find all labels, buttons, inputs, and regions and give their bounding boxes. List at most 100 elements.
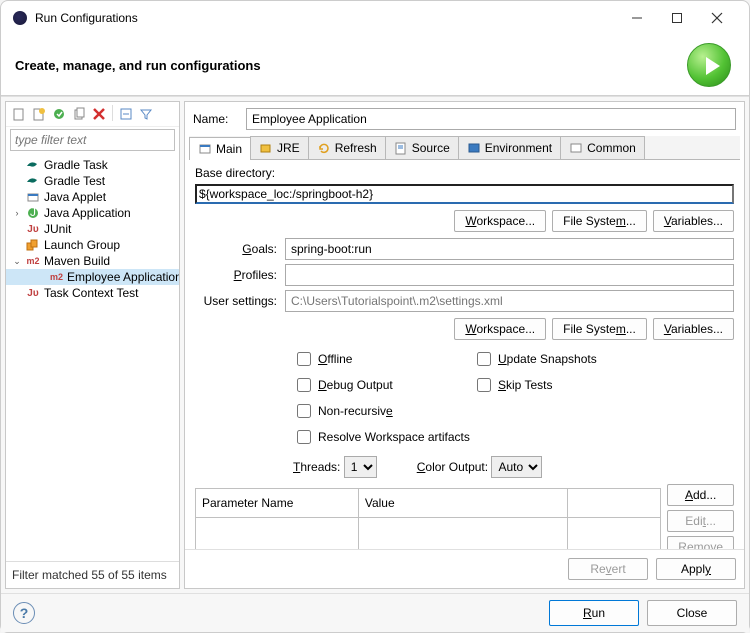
refresh-tab-icon bbox=[317, 141, 331, 155]
filesystem-button-1[interactable]: File System... bbox=[552, 210, 647, 232]
goals-input[interactable] bbox=[285, 238, 734, 260]
main-panel: Name: Main JRE Refresh Source Environmen… bbox=[184, 101, 745, 589]
collapse-icon[interactable] bbox=[117, 105, 135, 123]
workspace-button-2[interactable]: Workspace... bbox=[454, 318, 546, 340]
run-orb-icon bbox=[687, 43, 731, 87]
app-icon bbox=[13, 11, 27, 25]
name-label: Name: bbox=[193, 112, 238, 126]
common-tab-icon bbox=[569, 141, 583, 155]
table-row bbox=[196, 518, 661, 538]
tree-item-label: Gradle Task bbox=[44, 158, 108, 172]
tree-item-task-context[interactable]: Jυ Task Context Test bbox=[6, 285, 179, 301]
gradle-icon bbox=[26, 174, 40, 188]
params-table[interactable]: Parameter NameValue bbox=[195, 488, 661, 549]
non-recursive-checkbox[interactable]: Non-recursive bbox=[293, 401, 443, 421]
tab-common[interactable]: Common bbox=[560, 136, 645, 159]
help-button[interactable]: ? bbox=[13, 602, 35, 624]
user-settings-input[interactable] bbox=[285, 290, 734, 312]
titlebar: Run Configurations bbox=[1, 1, 749, 35]
name-input[interactable] bbox=[246, 108, 736, 130]
duplicate-icon[interactable] bbox=[70, 105, 88, 123]
launch-group-icon bbox=[26, 238, 40, 252]
filter-status-label: Filter matched 55 of 55 items bbox=[6, 561, 179, 588]
tree-item-label: JUnit bbox=[44, 222, 71, 236]
jre-tab-icon bbox=[259, 141, 273, 155]
env-tab-icon bbox=[467, 141, 481, 155]
edit-button[interactable]: Edit... bbox=[667, 510, 734, 532]
table-row bbox=[196, 538, 661, 550]
new-config-icon[interactable] bbox=[10, 105, 28, 123]
tab-label: Common bbox=[587, 141, 636, 155]
tree-item-java-applet[interactable]: Java Applet bbox=[6, 189, 179, 205]
close-button[interactable] bbox=[697, 4, 737, 32]
gradle-icon bbox=[26, 158, 40, 172]
tab-label: Source bbox=[412, 141, 450, 155]
tree-item-label: Task Context Test bbox=[44, 286, 139, 300]
remove-button[interactable]: Remove bbox=[667, 536, 734, 549]
tabs: Main JRE Refresh Source Environment Comm… bbox=[189, 136, 740, 160]
base-dir-input[interactable] bbox=[195, 184, 734, 204]
close-dialog-button[interactable]: Close bbox=[647, 600, 737, 626]
variables-button-2[interactable]: Variables... bbox=[653, 318, 734, 340]
tree-item-junit[interactable]: JυJUnit bbox=[6, 221, 179, 237]
variables-button-1[interactable]: Variables... bbox=[653, 210, 734, 232]
tab-label: Refresh bbox=[335, 141, 377, 155]
color-output-select[interactable]: Auto bbox=[491, 456, 542, 478]
profiles-input[interactable] bbox=[285, 264, 734, 286]
tree-item-employee-app[interactable]: m2 Employee Application bbox=[6, 269, 179, 285]
minimize-button[interactable] bbox=[617, 4, 657, 32]
tree-item-maven-build[interactable]: ⌄m2Maven Build bbox=[6, 253, 179, 269]
base-dir-label: Base directory: bbox=[195, 166, 734, 180]
toolbar-separator bbox=[112, 105, 113, 121]
tab-source[interactable]: Source bbox=[385, 136, 459, 159]
tab-jre[interactable]: JRE bbox=[250, 136, 309, 159]
profiles-label: Profiles: bbox=[195, 268, 285, 282]
tree-item-launch-group[interactable]: Launch Group bbox=[6, 237, 179, 253]
java-icon: J bbox=[26, 206, 40, 220]
skip-tests-checkbox[interactable]: Skip Tests bbox=[473, 375, 573, 395]
filter-icon[interactable] bbox=[137, 105, 155, 123]
resolve-ws-label: Resolve Workspace artifacts bbox=[318, 430, 470, 444]
svg-text:J: J bbox=[30, 206, 36, 219]
maven-icon: m2 bbox=[50, 270, 63, 284]
tab-refresh[interactable]: Refresh bbox=[308, 136, 386, 159]
tree-item-label: Gradle Test bbox=[44, 174, 105, 188]
window-title: Run Configurations bbox=[35, 11, 617, 25]
tree-item-java-app[interactable]: ›JJava Application bbox=[6, 205, 179, 221]
color-output-label: Color Output: bbox=[417, 460, 488, 474]
add-button[interactable]: Add... bbox=[667, 484, 734, 506]
tab-label: Environment bbox=[485, 141, 552, 155]
header: Create, manage, and run configurations bbox=[1, 35, 749, 96]
new-proto-icon[interactable] bbox=[30, 105, 48, 123]
param-name-header: Parameter Name bbox=[196, 489, 359, 518]
tree-item-label: Java Application bbox=[44, 206, 131, 220]
filesystem-button-2[interactable]: File System... bbox=[552, 318, 647, 340]
tree-item-label: Launch Group bbox=[44, 238, 120, 252]
delete-icon[interactable] bbox=[90, 105, 108, 123]
run-button[interactable]: Run bbox=[549, 600, 639, 626]
filter-input[interactable] bbox=[10, 129, 175, 151]
threads-label: Threads: bbox=[293, 460, 340, 474]
tree-item-label: Employee Application bbox=[67, 270, 179, 284]
junit-icon: Jυ bbox=[26, 286, 40, 300]
sidebar: Gradle Task Gradle Test Java Applet ›JJa… bbox=[5, 101, 180, 589]
offline-checkbox[interactable]: Offline bbox=[293, 349, 443, 369]
revert-button[interactable]: Revert bbox=[568, 558, 648, 580]
update-snapshots-checkbox[interactable]: Update Snapshots bbox=[473, 349, 623, 369]
tab-label: Main bbox=[216, 142, 242, 156]
tree-item-gradle-task[interactable]: Gradle Task bbox=[6, 157, 179, 173]
threads-select[interactable]: 1 bbox=[344, 456, 377, 478]
config-tree[interactable]: Gradle Task Gradle Test Java Applet ›JJa… bbox=[6, 153, 179, 557]
maximize-button[interactable] bbox=[657, 4, 697, 32]
tab-main[interactable]: Main bbox=[189, 137, 251, 160]
debug-output-checkbox[interactable]: Debug Output bbox=[293, 375, 443, 395]
tab-label: JRE bbox=[277, 141, 300, 155]
tree-item-label: Java Applet bbox=[44, 190, 106, 204]
resolve-ws-checkbox[interactable]: Resolve Workspace artifacts bbox=[293, 427, 513, 447]
apply-button[interactable]: Apply bbox=[656, 558, 736, 580]
param-value-header: Value bbox=[358, 489, 567, 518]
tree-item-gradle-test[interactable]: Gradle Test bbox=[6, 173, 179, 189]
export-icon[interactable] bbox=[50, 105, 68, 123]
tab-environment[interactable]: Environment bbox=[458, 136, 561, 159]
workspace-button-1[interactable]: Workspace... bbox=[454, 210, 546, 232]
